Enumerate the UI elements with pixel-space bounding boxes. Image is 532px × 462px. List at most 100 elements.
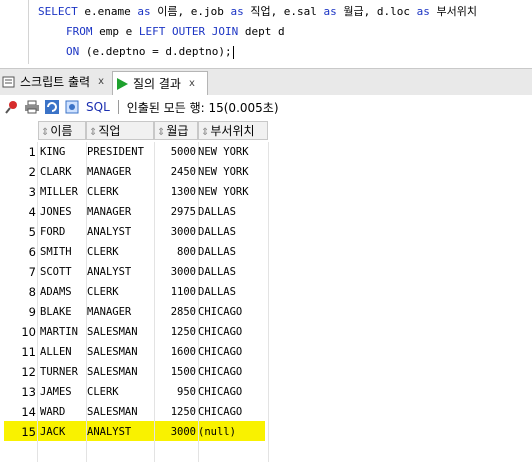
sql-editor[interactable]: SELECT e.ename as 이름, e.job as 직업, e.sal… [0, 0, 532, 64]
table-row[interactable]: 5 FORD ANALYST 3000 DALLAS [0, 222, 532, 242]
cell-job[interactable]: MANAGER [87, 202, 153, 222]
row-number[interactable]: 2 [0, 162, 36, 182]
cell-ename[interactable]: WARD [40, 402, 86, 422]
cell-job[interactable]: MANAGER [87, 162, 153, 182]
cell-ename[interactable]: CLARK [40, 162, 86, 182]
cell-sal[interactable]: 1250 [154, 402, 196, 422]
cell-job[interactable]: CLERK [87, 182, 153, 202]
cell-job[interactable]: SALESMAN [87, 402, 153, 422]
cell-ename[interactable]: ALLEN [40, 342, 86, 362]
column-header-loc[interactable]: ⇕부서위치 [198, 121, 268, 140]
table-row[interactable]: 4 JONES MANAGER 2975 DALLAS [0, 202, 532, 222]
table-row[interactable]: 13 JAMES CLERK 950 CHICAGO [0, 382, 532, 402]
pin-icon[interactable] [4, 99, 20, 115]
column-header-job[interactable]: ⇕직업 [86, 121, 154, 140]
cell-loc[interactable]: CHICAGO [198, 342, 268, 362]
column-header-ename[interactable]: ⇕이름 [38, 121, 86, 140]
table-row[interactable]: 3 MILLER CLERK 1300 NEW YORK [0, 182, 532, 202]
cell-loc[interactable]: CHICAGO [198, 402, 268, 422]
code-line-3[interactable]: ON (e.deptno = d.deptno); [66, 42, 234, 62]
cell-sal[interactable]: 1300 [154, 182, 196, 202]
row-number[interactable]: 12 [0, 362, 36, 382]
row-number[interactable]: 10 [0, 322, 36, 342]
cell-job[interactable]: SALESMAN [87, 322, 153, 342]
row-number[interactable]: 11 [0, 342, 36, 362]
cell-job[interactable]: CLERK [87, 382, 153, 402]
row-number[interactable]: 15 [0, 422, 36, 442]
cell-ename[interactable]: ADAMS [40, 282, 86, 302]
cell-sal[interactable]: 3000 [154, 422, 196, 442]
cell-ename[interactable]: JACK [40, 422, 86, 442]
table-row[interactable]: 9 BLAKE MANAGER 2850 CHICAGO [0, 302, 532, 322]
table-row[interactable]: 15 JACK ANALYST 3000 (null) [0, 422, 532, 442]
cell-loc[interactable]: NEW YORK [198, 182, 268, 202]
cell-ename[interactable]: MARTIN [40, 322, 86, 342]
table-row[interactable]: 2 CLARK MANAGER 2450 NEW YORK [0, 162, 532, 182]
cell-ename[interactable]: SCOTT [40, 262, 86, 282]
cell-ename[interactable]: KING [40, 142, 86, 162]
print-icon[interactable] [24, 99, 40, 115]
cell-job[interactable]: SALESMAN [87, 342, 153, 362]
cell-ename[interactable]: TURNER [40, 362, 86, 382]
row-number[interactable]: 5 [0, 222, 36, 242]
close-icon[interactable]: x [189, 73, 195, 95]
cell-sal[interactable]: 1600 [154, 342, 196, 362]
cell-loc[interactable]: DALLAS [198, 222, 268, 242]
cell-ename[interactable]: SMITH [40, 242, 86, 262]
code-line-1[interactable]: SELECT e.ename as 이름, e.job as 직업, e.sal… [38, 2, 477, 22]
table-row[interactable]: 14 WARD SALESMAN 1250 CHICAGO [0, 402, 532, 422]
cell-job[interactable]: CLERK [87, 242, 153, 262]
cell-sal[interactable]: 3000 [154, 222, 196, 242]
cell-loc[interactable]: CHICAGO [198, 322, 268, 342]
cell-loc[interactable]: CHICAGO [198, 382, 268, 402]
cell-loc[interactable]: NEW YORK [198, 142, 268, 162]
row-number[interactable]: 1 [0, 142, 36, 162]
cell-sal[interactable]: 2850 [154, 302, 196, 322]
cell-sal[interactable]: 5000 [154, 142, 196, 162]
cell-sal[interactable]: 3000 [154, 262, 196, 282]
cell-sal[interactable]: 2450 [154, 162, 196, 182]
cell-sal[interactable]: 1250 [154, 322, 196, 342]
cell-ename[interactable]: JAMES [40, 382, 86, 402]
row-number[interactable]: 6 [0, 242, 36, 262]
tab-script-output[interactable]: 스크립트 출력 x [0, 71, 112, 93]
row-number[interactable]: 14 [0, 402, 36, 422]
cell-ename[interactable]: FORD [40, 222, 86, 242]
row-number[interactable]: 8 [0, 282, 36, 302]
cell-sal[interactable]: 1100 [154, 282, 196, 302]
cell-sal[interactable]: 1500 [154, 362, 196, 382]
cell-loc[interactable]: DALLAS [198, 262, 268, 282]
cell-loc[interactable]: (null) [198, 422, 268, 442]
cell-job[interactable]: ANALYST [87, 422, 153, 442]
cell-job[interactable]: SALESMAN [87, 362, 153, 382]
tab-query-result[interactable]: 질의 결과 x [112, 71, 208, 95]
row-number[interactable]: 13 [0, 382, 36, 402]
cell-loc[interactable]: NEW YORK [198, 162, 268, 182]
cell-ename[interactable]: JONES [40, 202, 86, 222]
row-number[interactable]: 7 [0, 262, 36, 282]
table-row[interactable]: 1 KING PRESIDENT 5000 NEW YORK [0, 142, 532, 162]
cell-sal[interactable]: 2975 [154, 202, 196, 222]
table-row[interactable]: 8 ADAMS CLERK 1100 DALLAS [0, 282, 532, 302]
table-row[interactable]: 6 SMITH CLERK 800 DALLAS [0, 242, 532, 262]
cell-sal[interactable]: 800 [154, 242, 196, 262]
refresh-icon[interactable] [44, 99, 60, 115]
cell-loc[interactable]: DALLAS [198, 282, 268, 302]
cell-loc[interactable]: DALLAS [198, 202, 268, 222]
cell-job[interactable]: PRESIDENT [87, 142, 153, 162]
cell-loc[interactable]: CHICAGO [198, 362, 268, 382]
column-header-sal[interactable]: ⇕월급 [154, 121, 198, 140]
table-row[interactable]: 11 ALLEN SALESMAN 1600 CHICAGO [0, 342, 532, 362]
cell-loc[interactable]: DALLAS [198, 242, 268, 262]
cell-job[interactable]: MANAGER [87, 302, 153, 322]
cell-ename[interactable]: BLAKE [40, 302, 86, 322]
table-row[interactable]: 12 TURNER SALESMAN 1500 CHICAGO [0, 362, 532, 382]
row-number[interactable]: 4 [0, 202, 36, 222]
table-row[interactable]: 7 SCOTT ANALYST 3000 DALLAS [0, 262, 532, 282]
cell-job[interactable]: ANALYST [87, 222, 153, 242]
sql-view-button[interactable]: SQL [86, 100, 110, 114]
cell-job[interactable]: ANALYST [87, 262, 153, 282]
cell-loc[interactable]: CHICAGO [198, 302, 268, 322]
code-line-2[interactable]: FROM emp e LEFT OUTER JOIN dept d [66, 22, 285, 42]
cell-ename[interactable]: MILLER [40, 182, 86, 202]
